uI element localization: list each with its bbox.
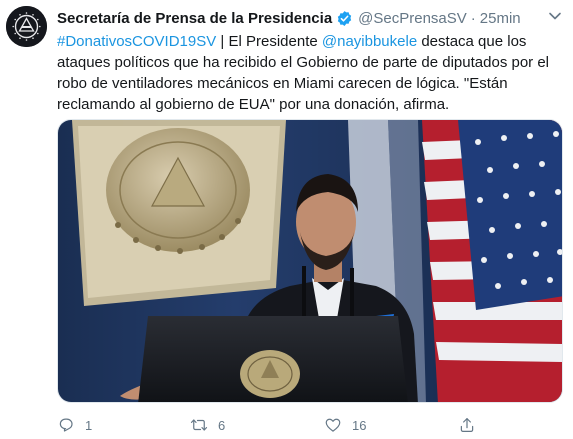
tweet-actions: 1 6 16 xyxy=(57,415,563,435)
like-button[interactable]: 16 xyxy=(324,415,366,435)
share-icon xyxy=(458,416,476,434)
avatar[interactable] xyxy=(6,6,47,47)
retweet-button[interactable]: 6 xyxy=(190,415,225,435)
tweet-photo[interactable] xyxy=(57,119,563,403)
retweet-icon xyxy=(190,416,208,434)
retweet-count: 6 xyxy=(218,417,226,433)
separator-dot: · xyxy=(470,9,476,27)
like-count: 16 xyxy=(352,417,367,433)
tweet-timestamp[interactable]: 25min xyxy=(480,10,521,27)
author-handle[interactable]: @SecPrensaSV xyxy=(358,10,467,27)
share-button[interactable] xyxy=(458,415,476,435)
mention-link[interactable]: @nayibbukele xyxy=(322,33,417,50)
tweet-text-part-1: | El Presidente xyxy=(216,33,322,50)
heart-icon xyxy=(324,416,342,434)
chevron-down-icon[interactable] xyxy=(545,6,565,26)
reply-icon xyxy=(57,416,75,434)
verified-badge-icon xyxy=(336,10,353,27)
reply-button[interactable]: 1 xyxy=(57,415,92,435)
tweet-text: #DonativosCOVID19SV | El Presidente @nay… xyxy=(57,31,563,115)
tweet[interactable]: Secretaría de Prensa de la Presidencia @… xyxy=(0,0,573,439)
reply-count: 1 xyxy=(85,417,93,433)
author-name[interactable]: Secretaría de Prensa de la Presidencia xyxy=(57,10,332,27)
tweet-header: Secretaría de Prensa de la Presidencia @… xyxy=(57,8,521,28)
hashtag-link[interactable]: #DonativosCOVID19SV xyxy=(57,33,216,50)
